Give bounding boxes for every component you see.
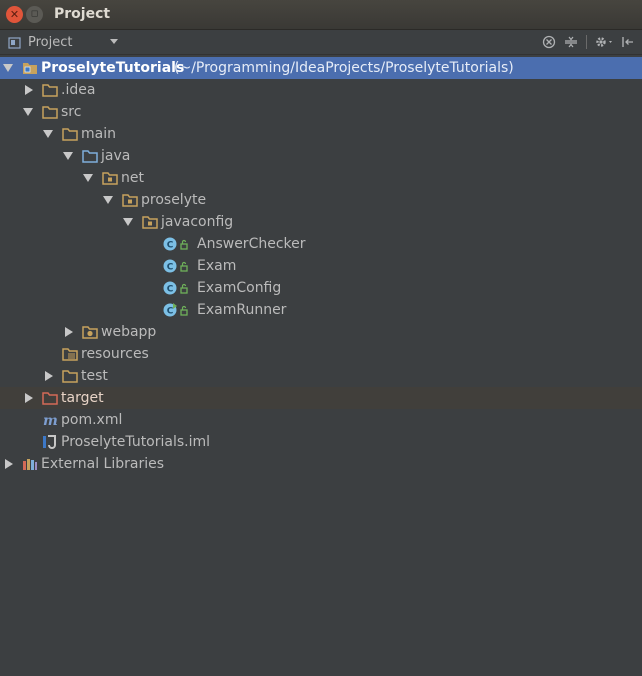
expand-arrow-icon[interactable] [25, 393, 33, 403]
title-bar: ✕ ◻ Project [0, 0, 642, 30]
package-label-proselyte: proselyte [141, 192, 207, 208]
root-project-name: ProselyteTutorials [41, 60, 185, 76]
external-libraries-label: External Libraries [41, 456, 164, 472]
hide-icon[interactable] [619, 34, 635, 50]
tree-node-external-libraries[interactable]: External Libraries [0, 453, 642, 475]
svg-text:C: C [167, 285, 174, 295]
expand-arrow-icon[interactable] [103, 196, 113, 204]
folder-label-test: test [81, 368, 108, 384]
maximize-window-button[interactable]: ◻ [26, 6, 43, 23]
package-icon [122, 192, 138, 208]
module-folder-icon [22, 60, 38, 76]
svg-text:m: m [43, 413, 58, 428]
class-icon: C [163, 236, 188, 252]
svg-text:C: C [167, 241, 174, 251]
collapse-all-icon[interactable] [563, 34, 579, 50]
gear-icon[interactable] [593, 34, 615, 50]
resources-folder-icon [62, 346, 78, 362]
expand-arrow-icon[interactable] [25, 85, 33, 95]
tree-node-main[interactable]: main [0, 123, 642, 145]
folder-label-java: java [101, 148, 131, 164]
tree-node-class[interactable]: C ExamConfig [0, 277, 642, 299]
root-project-path: (~/Programming/IdeaProjects/ProselyteTut… [174, 60, 514, 76]
tree-node-idea[interactable]: .idea [0, 79, 642, 101]
tree-node-iml[interactable]: ProselyteTutorials.iml [0, 431, 642, 453]
runnable-class-icon: C [163, 302, 188, 318]
intellij-module-icon [42, 434, 58, 450]
expand-arrow-icon[interactable] [63, 152, 73, 160]
toolbar-divider [586, 35, 587, 49]
package-label-net: net [121, 170, 144, 186]
tree-node-class[interactable]: C Exam [0, 255, 642, 277]
project-view-icon [8, 36, 21, 49]
class-label-exam: Exam [197, 258, 237, 274]
project-toolbar: Project [0, 30, 642, 55]
source-folder-icon [82, 148, 98, 164]
folder-label-idea: .idea [61, 82, 96, 98]
folder-icon [42, 82, 58, 98]
maven-icon: m [42, 412, 58, 429]
expand-arrow-icon[interactable] [23, 108, 33, 116]
chevron-down-icon [110, 39, 118, 44]
tree-node-class[interactable]: C AnswerChecker [0, 233, 642, 255]
tree-node-proselyte[interactable]: proselyte [0, 189, 642, 211]
folder-icon [62, 126, 78, 142]
locate-icon[interactable] [541, 34, 557, 50]
view-selector-label: Project [28, 34, 73, 50]
tree-node-root[interactable]: ProselyteTutorials (~/Programming/IdeaPr… [0, 57, 642, 79]
tree-node-webapp[interactable]: webapp [0, 321, 642, 343]
expand-arrow-icon[interactable] [43, 130, 53, 138]
expand-arrow-icon[interactable] [3, 64, 13, 72]
tree-node-net[interactable]: net [0, 167, 642, 189]
file-label-iml: ProselyteTutorials.iml [61, 434, 211, 450]
class-icon: C [163, 258, 188, 274]
expand-arrow-icon[interactable] [123, 218, 133, 226]
tree-node-test[interactable]: test [0, 365, 642, 387]
folder-label-resources: resources [81, 346, 149, 362]
expand-arrow-icon[interactable] [65, 327, 73, 337]
folder-label-src: src [61, 104, 82, 120]
file-label-pom: pom.xml [61, 412, 123, 428]
svg-text:C: C [167, 307, 174, 317]
tree-node-javaconfig[interactable]: javaconfig [0, 211, 642, 233]
tree-node-pom[interactable]: m pom.xml [0, 409, 642, 431]
svg-text:C: C [167, 263, 174, 273]
folder-icon [62, 368, 78, 384]
class-label-examrunner: ExamRunner [197, 302, 287, 318]
expand-arrow-icon[interactable] [45, 371, 53, 381]
expand-arrow-icon[interactable] [83, 174, 93, 182]
web-folder-icon [82, 324, 98, 340]
close-window-button[interactable]: ✕ [6, 6, 23, 23]
folder-label-webapp: webapp [101, 324, 157, 340]
folder-label-main: main [81, 126, 116, 142]
view-selector-dropdown[interactable]: Project [8, 33, 122, 51]
package-icon [102, 170, 118, 186]
expand-arrow-icon[interactable] [5, 459, 13, 469]
class-label-answerchecker: AnswerChecker [197, 236, 306, 252]
package-icon [142, 214, 158, 230]
class-label-examconfig: ExamConfig [197, 280, 282, 296]
window-title: Project [54, 6, 111, 22]
tree-node-target[interactable]: target [0, 387, 642, 409]
excluded-folder-icon [42, 390, 58, 406]
class-icon: C [163, 280, 188, 296]
tree-node-class[interactable]: C ExamRunner [0, 299, 642, 321]
libraries-icon [22, 456, 38, 472]
package-label-javaconfig: javaconfig [161, 214, 234, 230]
tree-node-src[interactable]: src [0, 101, 642, 123]
folder-label-target: target [61, 390, 104, 406]
tree-node-resources[interactable]: resources [0, 343, 642, 365]
tree-node-java[interactable]: java [0, 145, 642, 167]
folder-icon [42, 104, 58, 120]
